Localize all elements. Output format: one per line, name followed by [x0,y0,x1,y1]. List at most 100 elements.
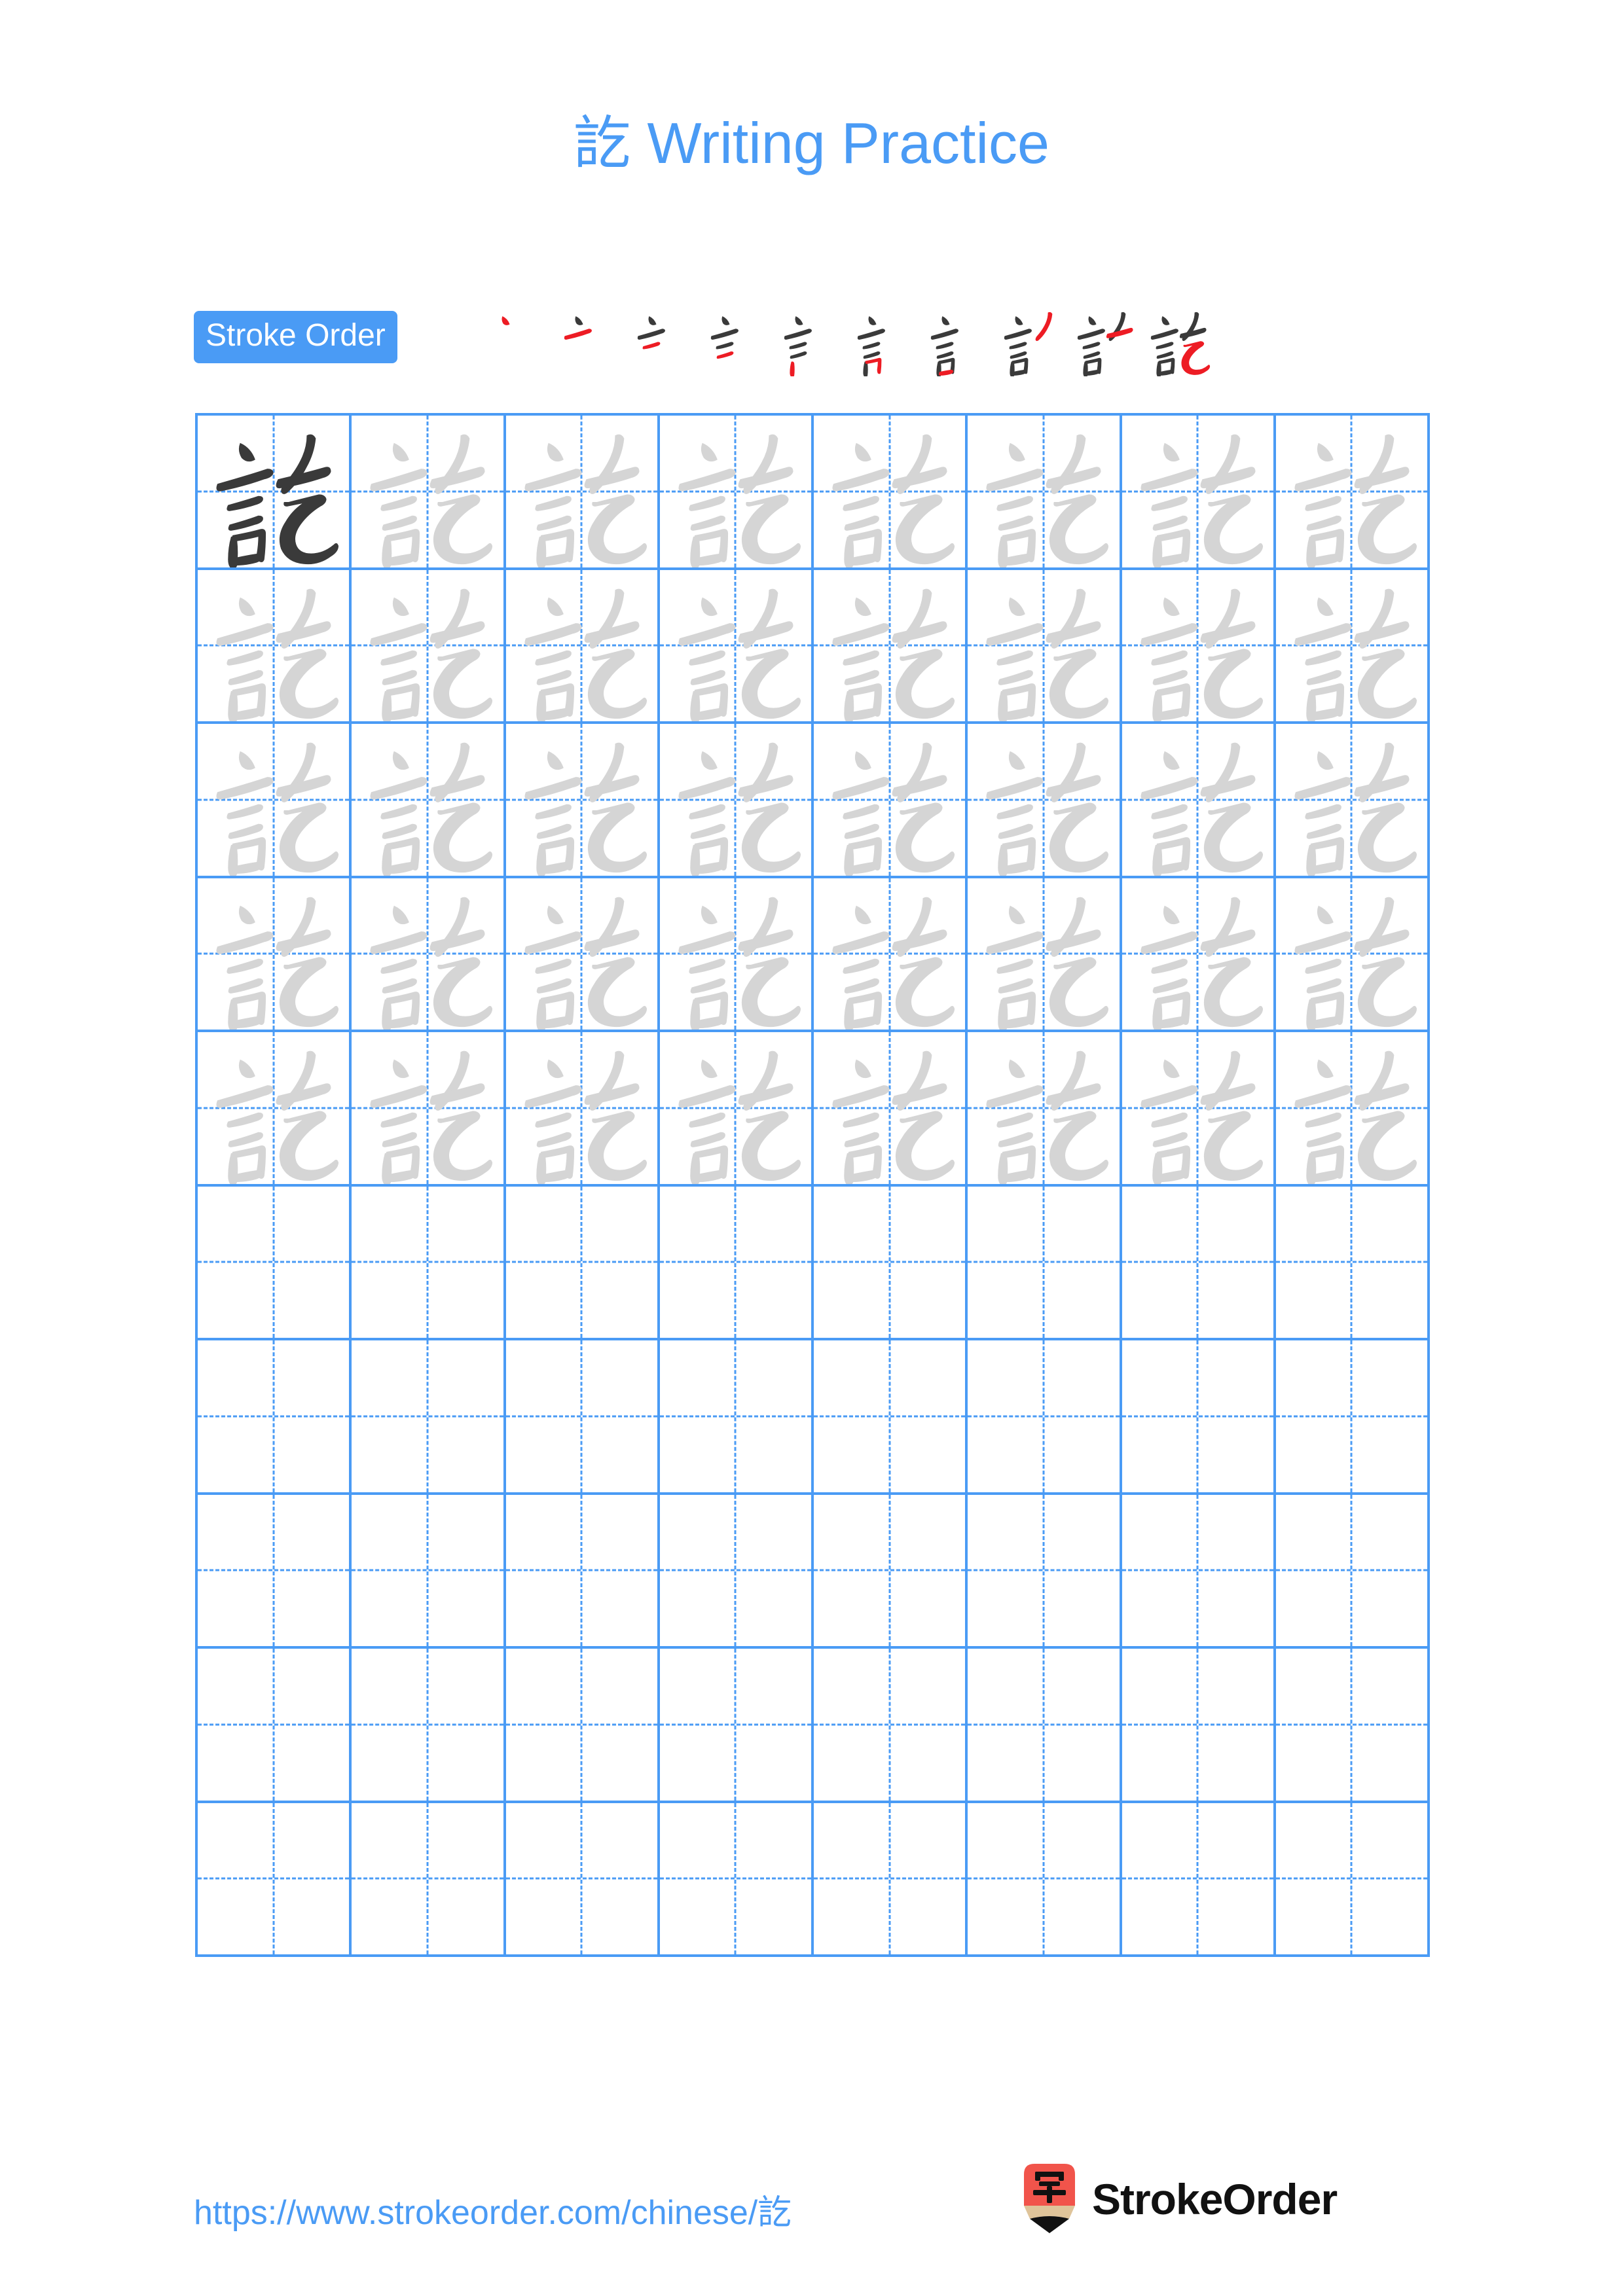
character-ghost [1276,724,1427,876]
character-ghost [814,570,965,721]
grid-cell-r10c5[interactable] [814,1803,968,1957]
grid-cell-r8c7[interactable] [1122,1494,1276,1649]
grid-cell-r1c2[interactable] [352,416,506,570]
grid-cell-r8c2[interactable] [352,1494,506,1649]
character-ghost [968,724,1119,876]
grid-cell-r4c6[interactable] [968,878,1122,1032]
grid-cell-r10c7[interactable] [1122,1803,1276,1957]
grid-cell-r7c8[interactable] [1275,1340,1430,1495]
character-ghost [968,570,1119,721]
grid-cell-r6c3[interactable] [505,1186,660,1340]
grid-cell-r5c5[interactable] [814,1032,968,1187]
grid-cell-r9c8[interactable] [1275,1649,1430,1803]
grid-cell-r6c6[interactable] [968,1186,1122,1340]
grid-cell-r2c3[interactable] [505,569,660,724]
grid-cell-r6c7[interactable] [1122,1186,1276,1340]
grid-cell-r1c3[interactable] [505,416,660,570]
grid-cell-r10c1[interactable] [198,1803,352,1957]
grid-cell-r4c4[interactable] [659,878,814,1032]
grid-cell-r2c1[interactable] [198,569,352,724]
grid-cell-r1c5[interactable] [814,416,968,570]
grid-cell-r2c5[interactable] [814,569,968,724]
grid-cell-r1c7[interactable] [1122,416,1276,570]
grid-cell-r3c3[interactable] [505,724,660,878]
grid-cell-r1c1[interactable] [198,416,352,570]
grid-cell-r9c5[interactable] [814,1649,968,1803]
grid-cell-r2c2[interactable] [352,569,506,724]
grid-cell-r7c3[interactable] [505,1340,660,1495]
grid-cell-r9c3[interactable] [505,1649,660,1803]
grid-cell-r7c1[interactable] [198,1340,352,1495]
grid-cell-r7c7[interactable] [1122,1340,1276,1495]
grid-cell-r4c8[interactable] [1275,878,1430,1032]
character-ghost [506,878,657,1030]
grid-cell-r8c8[interactable] [1275,1494,1430,1649]
grid-cell-r4c7[interactable] [1122,878,1276,1032]
character-ghost [1276,1032,1427,1184]
grid-cell-r5c6[interactable] [968,1032,1122,1187]
grid-cell-r8c1[interactable] [198,1494,352,1649]
grid-cell-r8c5[interactable] [814,1494,968,1649]
grid-cell-r10c8[interactable] [1275,1803,1430,1957]
grid-cell-r3c6[interactable] [968,724,1122,878]
grid-cell-r8c6[interactable] [968,1494,1122,1649]
brand-logo[interactable]: StrokeOrder [1021,2160,1338,2238]
grid-cell-r4c1[interactable] [198,878,352,1032]
grid-cell-r8c4[interactable] [659,1494,814,1649]
grid-cell-r5c8[interactable] [1275,1032,1430,1187]
grid-cell-r7c5[interactable] [814,1340,968,1495]
grid-cell-r4c5[interactable] [814,878,968,1032]
grid-cell-r2c8[interactable] [1275,569,1430,724]
grid-cell-r5c7[interactable] [1122,1032,1276,1187]
grid-cell-r9c6[interactable] [968,1649,1122,1803]
grid-cell-r4c3[interactable] [505,878,660,1032]
grid-cell-r9c1[interactable] [198,1649,352,1803]
character-ghost [660,1032,811,1184]
character-ghost [968,1032,1119,1184]
grid-cell-r3c5[interactable] [814,724,968,878]
grid-cell-r1c4[interactable] [659,416,814,570]
grid-cell-r10c3[interactable] [505,1803,660,1957]
grid-cell-r5c2[interactable] [352,1032,506,1187]
character-ghost [352,724,503,876]
grid-cell-r5c3[interactable] [505,1032,660,1187]
grid-cell-r6c4[interactable] [659,1186,814,1340]
character-ghost [506,1032,657,1184]
grid-cell-r1c8[interactable] [1275,416,1430,570]
grid-cell-r10c2[interactable] [352,1803,506,1957]
grid-cell-r6c2[interactable] [352,1186,506,1340]
character-ghost [1122,416,1273,567]
grid-cell-r2c4[interactable] [659,569,814,724]
grid-cell-r8c3[interactable] [505,1494,660,1649]
grid-cell-r10c6[interactable] [968,1803,1122,1957]
grid-cell-r7c4[interactable] [659,1340,814,1495]
source-url[interactable]: https://www.strokeorder.com/chinese/訖 [194,2185,792,2234]
character-ghost [1122,878,1273,1030]
grid-cell-r6c8[interactable] [1275,1186,1430,1340]
grid-cell-r3c2[interactable] [352,724,506,878]
grid-cell-r9c4[interactable] [659,1649,814,1803]
character-ghost [198,1032,349,1184]
grid-cell-r3c7[interactable] [1122,724,1276,878]
grid-cell-r1c6[interactable] [968,416,1122,570]
grid-cell-r3c4[interactable] [659,724,814,878]
grid-cell-r7c6[interactable] [968,1340,1122,1495]
grid-cell-r7c2[interactable] [352,1340,506,1495]
stroke-step-7 [922,303,995,376]
character-ghost [1122,570,1273,721]
grid-cell-r4c2[interactable] [352,878,506,1032]
grid-cell-r9c7[interactable] [1122,1649,1276,1803]
grid-cell-r5c4[interactable] [659,1032,814,1187]
stroke-step-3 [629,303,702,376]
stroke-step-2 [555,303,629,376]
grid-cell-r6c1[interactable] [198,1186,352,1340]
grid-cell-r2c7[interactable] [1122,569,1276,724]
grid-cell-r2c6[interactable] [968,569,1122,724]
grid-cell-r5c1[interactable] [198,1032,352,1187]
grid-cell-r9c2[interactable] [352,1649,506,1803]
grid-cell-r6c5[interactable] [814,1186,968,1340]
grid-cell-r3c8[interactable] [1275,724,1430,878]
grid-cell-r3c1[interactable] [198,724,352,878]
grid-cell-r10c4[interactable] [659,1803,814,1957]
pencil-logo-icon [1024,2164,1075,2233]
